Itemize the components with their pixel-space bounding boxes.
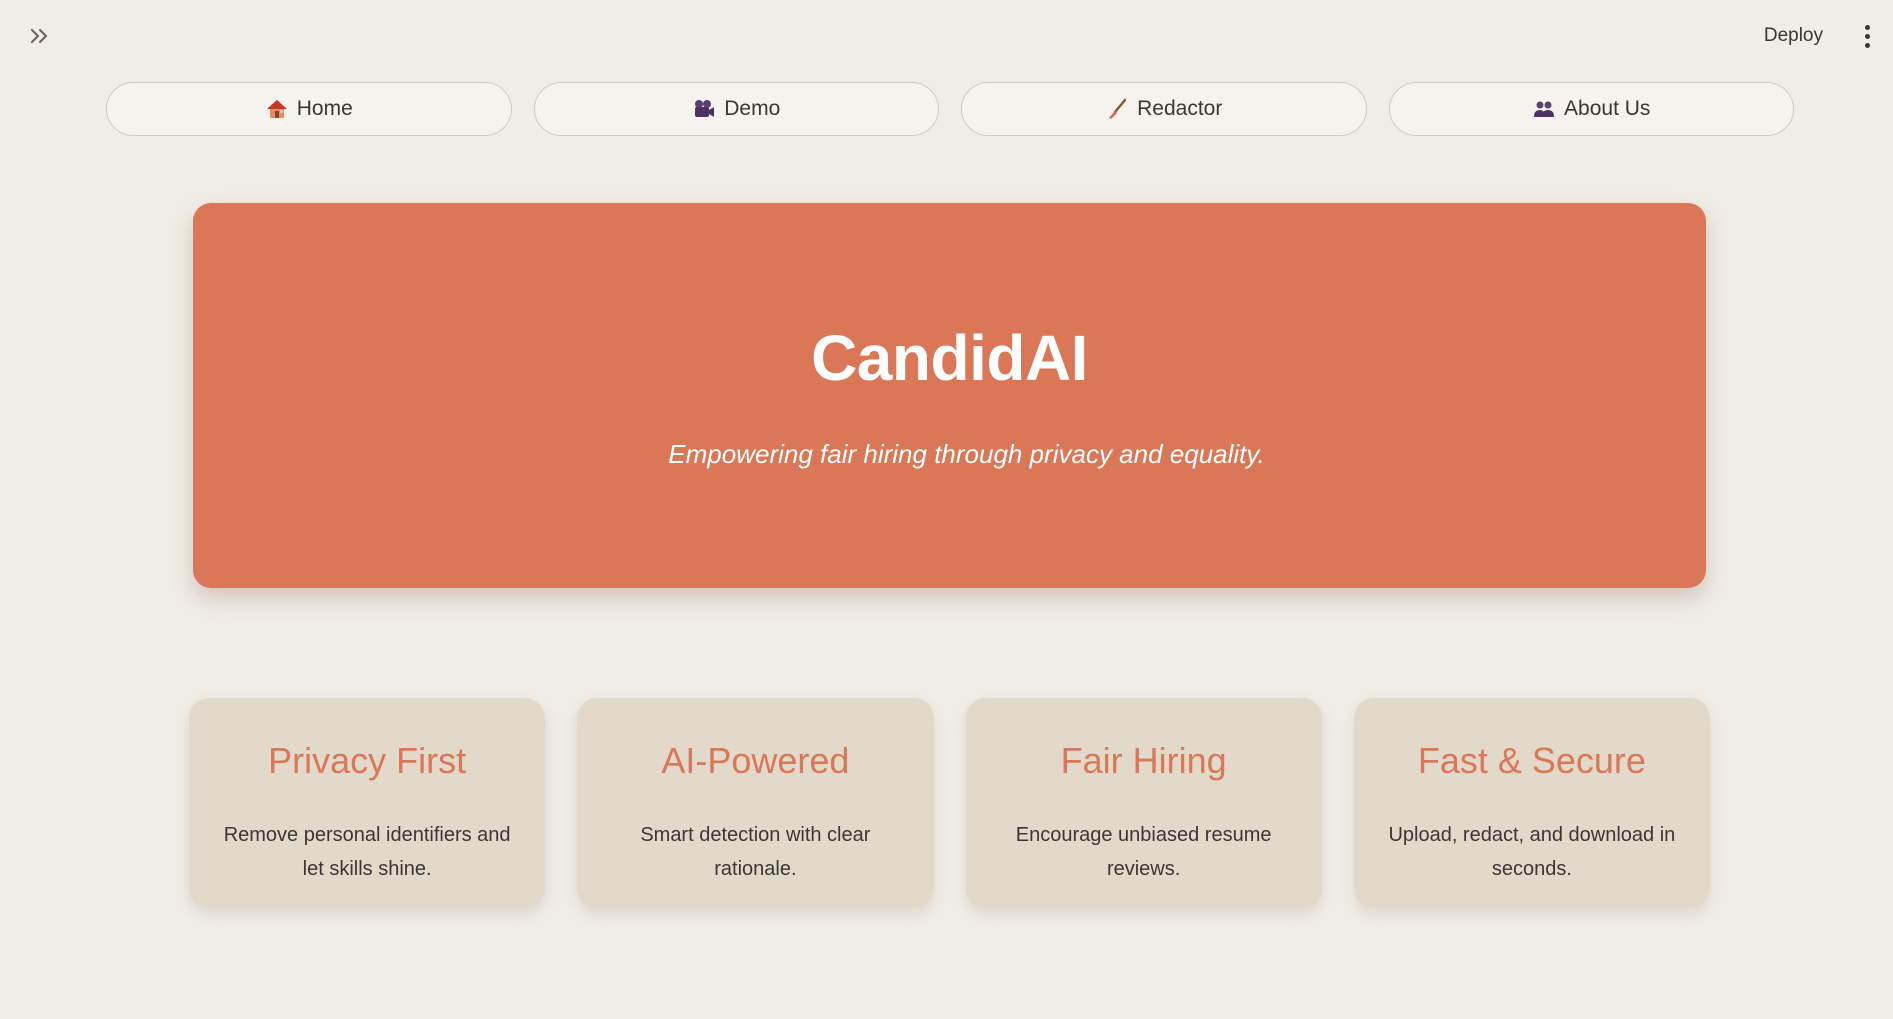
sidebar-expand-button[interactable] (24, 22, 56, 50)
feature-cards: Privacy First Remove personal identifier… (189, 698, 1710, 908)
top-navigation: Home Demo Redactor About Us (106, 82, 1794, 136)
house-icon (265, 97, 289, 121)
deploy-button[interactable]: Deploy (1764, 22, 1823, 50)
feature-card-text: Encourage unbiased resume reviews. (1015, 824, 1272, 880)
nav-redactor-label: Redactor (1137, 97, 1223, 120)
paintbrush-icon (1105, 97, 1129, 121)
feature-card-title: Privacy First (268, 740, 467, 781)
nav-home-label: Home (296, 97, 353, 120)
kebab-dot (1864, 33, 1870, 39)
main-menu-button[interactable] (1857, 22, 1877, 50)
feature-card-fast-secure: Fast & Secure Upload, redact, and downlo… (1353, 698, 1710, 908)
feature-card-ai: AI-Powered Smart detection with clear ra… (577, 698, 934, 908)
video-camera-icon (692, 97, 716, 121)
feature-card-title: Fair Hiring (1060, 740, 1227, 781)
hero-title: CandidAI (811, 322, 1088, 394)
kebab-dot (1864, 24, 1870, 30)
nav-demo-label: Demo (724, 97, 781, 120)
nav-about-us-button[interactable]: About Us (1388, 82, 1794, 136)
feature-card-title: AI-Powered (661, 740, 850, 781)
feature-card-text: Upload, redact, and download in seconds. (1388, 824, 1676, 880)
feature-card-text: Remove personal identifiers and let skil… (223, 824, 511, 880)
feature-card-fair-hiring: Fair Hiring Encourage unbiased resume re… (965, 698, 1322, 908)
feature-card-text: Smart detection with clear rationale. (640, 824, 871, 880)
feature-card-title: Fast & Secure (1417, 740, 1646, 781)
hero-banner: CandidAI Empowering fair hiring through … (193, 203, 1706, 588)
nav-about-us-label: About Us (1564, 97, 1651, 120)
feature-card-privacy: Privacy First Remove personal identifier… (189, 698, 546, 908)
nav-demo-button[interactable]: Demo (533, 82, 939, 136)
nav-home-button[interactable]: Home (106, 82, 512, 136)
nav-redactor-button[interactable]: Redactor (961, 82, 1367, 136)
people-icon (1532, 97, 1556, 121)
double-chevron-right-icon (30, 28, 48, 44)
hero-subtitle: Empowering fair hiring through privacy a… (668, 439, 1265, 469)
kebab-dot (1864, 42, 1870, 48)
